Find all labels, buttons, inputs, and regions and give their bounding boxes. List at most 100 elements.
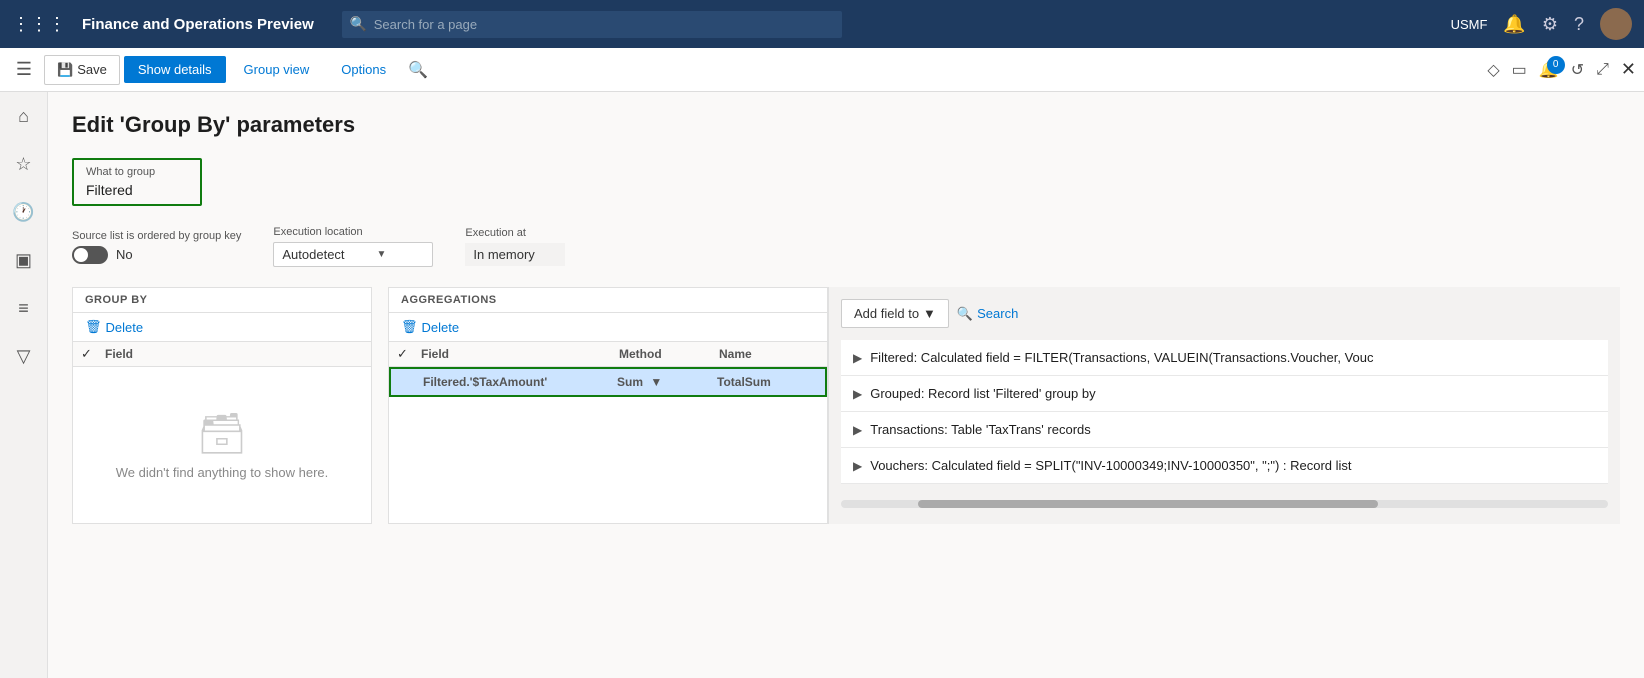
aggregations-actions: 🗑 Delete <box>389 313 827 342</box>
agg-field-col-header: Field <box>421 347 619 361</box>
settings-row: Source list is ordered by group key No E… <box>72 226 1620 267</box>
add-field-label: Add field to <box>854 306 919 321</box>
expand-icon-0: ▶ <box>853 351 862 365</box>
execution-at-label: Execution at <box>465 227 565 239</box>
page-content: Edit 'Group By' parameters What to group… <box>48 92 1644 678</box>
search-button[interactable]: 🔍 Search <box>957 306 1018 322</box>
execution-location-value: Autodetect <box>282 247 344 262</box>
toggle-value: No <box>116 247 133 262</box>
source-list-label: Source list is ordered by group key <box>72 230 241 242</box>
aggregations-panel: AGGREGATIONS 🗑 Delete ✓ Field Method Nam… <box>388 287 828 524</box>
panels-icon[interactable]: ▭ <box>1512 60 1527 80</box>
field-item-text-1: Grouped: Record list 'Filtered' group by <box>870 386 1596 401</box>
group-by-delete-button[interactable]: 🗑 Delete <box>81 317 147 337</box>
sidebar-favorites-icon[interactable]: ☆ <box>8 148 40 180</box>
options-tab[interactable]: Options <box>327 56 400 83</box>
field-item-text-2: Transactions: Table 'TaxTrans' records <box>870 422 1596 437</box>
group-by-actions: 🗑 Delete <box>73 313 371 342</box>
scrollbar-thumb[interactable] <box>918 500 1378 508</box>
agg-check-col: ✓ <box>397 346 421 362</box>
save-button[interactable]: 💾 Save <box>44 55 120 85</box>
toolbar-search-icon[interactable]: 🔍 <box>408 60 428 80</box>
sidebar-workspaces-icon[interactable]: ▣ <box>8 244 40 276</box>
aggregation-row[interactable]: Filtered.'$TaxAmount' Sum ▼ TotalSum <box>389 367 827 397</box>
expand-icon-1: ▶ <box>853 387 862 401</box>
agg-method-caret[interactable]: ▼ <box>650 375 662 389</box>
help-icon[interactable]: ? <box>1574 14 1584 35</box>
sidebar-home-icon[interactable]: ⌂ <box>8 100 40 132</box>
global-search-input[interactable] <box>342 11 842 38</box>
agg-row-method: Sum ▼ <box>617 375 717 389</box>
agg-row-name: TotalSum <box>717 375 817 389</box>
horizontal-scrollbar[interactable] <box>841 500 1608 508</box>
aggregations-delete-button[interactable]: 🗑 Delete <box>397 317 463 337</box>
field-item-1[interactable]: ▶ Grouped: Record list 'Filtered' group … <box>841 376 1608 412</box>
user-avatar[interactable] <box>1600 8 1632 40</box>
search-label: Search <box>977 306 1018 321</box>
execution-location-label: Execution location <box>273 226 433 238</box>
columns-row: GROUP BY 🗑 Delete ✓ Field 🗃 We didn't fi… <box>72 287 1620 524</box>
toggle-row: No <box>72 246 241 264</box>
group-by-delete-label: Delete <box>106 320 144 335</box>
group-by-panel: GROUP BY 🗑 Delete ✓ Field 🗃 We didn't fi… <box>72 287 372 524</box>
toolbar: ☰ 💾 Save Show details Group view Options… <box>0 48 1644 92</box>
save-label: Save <box>77 62 107 77</box>
search-icon: 🔍 <box>350 16 367 33</box>
show-details-button[interactable]: Show details <box>124 56 226 83</box>
execution-at-value: In memory <box>465 243 565 266</box>
add-field-button[interactable]: Add field to ▼ <box>841 299 949 328</box>
group-view-label: Group view <box>244 62 310 77</box>
field-item-0[interactable]: ▶ Filtered: Calculated field = FILTER(Tr… <box>841 340 1608 376</box>
field-item-3[interactable]: ▶ Vouchers: Calculated field = SPLIT("IN… <box>841 448 1608 484</box>
app-title: Finance and Operations Preview <box>82 16 314 33</box>
aggregations-delete-label: Delete <box>422 320 460 335</box>
execution-location-dropdown[interactable]: Autodetect ▼ <box>273 242 433 267</box>
right-panel: Add field to ▼ 🔍 Search ▶ Filtered: Calc… <box>828 287 1620 524</box>
what-to-group-label: What to group <box>86 166 188 178</box>
agg-method-col-header: Method <box>619 347 719 361</box>
execution-location-setting: Execution location Autodetect ▼ <box>273 226 433 267</box>
check-col: ✓ <box>81 346 105 362</box>
close-button[interactable]: ✕ <box>1621 59 1636 80</box>
show-details-label: Show details <box>138 62 212 77</box>
global-search[interactable]: 🔍 <box>342 11 842 38</box>
top-navigation: ⋮⋮⋮ Finance and Operations Preview 🔍 USM… <box>0 0 1644 48</box>
group-view-tab[interactable]: Group view <box>230 56 324 83</box>
notification-icon[interactable]: 🔔 <box>1503 14 1525 35</box>
settings-icon[interactable]: ⚙ <box>1542 14 1558 35</box>
company-label: USMF <box>1451 17 1488 32</box>
menu-toggle-icon[interactable]: ☰ <box>8 54 40 86</box>
refresh-icon[interactable]: ↺ <box>1571 60 1584 80</box>
what-to-group-box[interactable]: What to group Filtered <box>72 158 202 206</box>
main-layout: ⌂ ☆ 🕐 ▣ ≡ ▽ Edit 'Group By' parameters W… <box>0 92 1644 678</box>
group-by-header: GROUP BY <box>73 288 371 313</box>
field-item-2[interactable]: ▶ Transactions: Table 'TaxTrans' records <box>841 412 1608 448</box>
empty-icon: 🗃 <box>197 410 248 457</box>
group-by-table-header: ✓ Field <box>73 342 371 367</box>
sidebar-list-icon[interactable]: ≡ <box>8 292 40 324</box>
save-disk-icon: 💾 <box>57 62 73 78</box>
agg-name-col-header: Name <box>719 347 819 361</box>
sidebar-filter-icon[interactable]: ▽ <box>8 340 40 372</box>
diamond-icon[interactable]: ◇ <box>1487 60 1499 80</box>
notification-toolbar-wrap: 🔔 0 <box>1539 60 1559 80</box>
top-nav-right: USMF 🔔 ⚙ ? <box>1451 8 1632 40</box>
toolbar-right: ◇ ▭ 🔔 0 ↺ ⤢ ✕ <box>1487 59 1636 80</box>
trash-icon: 🗑 <box>85 319 102 335</box>
source-list-toggle[interactable] <box>72 246 108 264</box>
execution-at-setting: Execution at In memory <box>465 227 565 266</box>
popout-icon[interactable]: ⤢ <box>1596 61 1609 79</box>
sidebar-recent-icon[interactable]: 🕐 <box>8 196 40 228</box>
source-list-setting: Source list is ordered by group key No <box>72 230 241 264</box>
chevron-down-icon: ▼ <box>377 249 387 260</box>
notification-badge: 0 <box>1547 56 1565 74</box>
grid-icon[interactable]: ⋮⋮⋮ <box>12 14 66 35</box>
field-col-header: Field <box>105 347 363 361</box>
right-panel-toolbar: Add field to ▼ 🔍 Search <box>841 299 1608 328</box>
field-item-text-0: Filtered: Calculated field = FILTER(Tran… <box>870 350 1596 365</box>
agg-method-value: Sum <box>617 375 643 389</box>
content-area: Edit 'Group By' parameters What to group… <box>48 92 1644 678</box>
agg-row-field: Filtered.'$TaxAmount' <box>423 375 617 389</box>
trash-icon-agg: 🗑 <box>401 319 418 335</box>
field-list: ▶ Filtered: Calculated field = FILTER(Tr… <box>841 340 1608 484</box>
